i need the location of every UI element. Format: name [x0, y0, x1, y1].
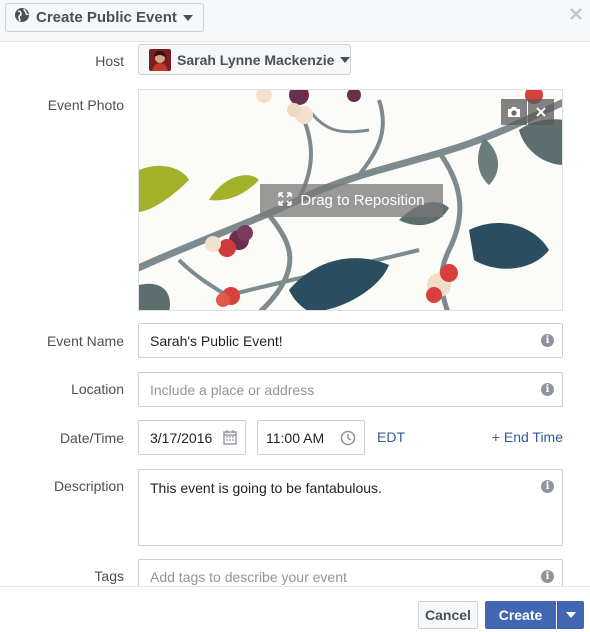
- info-icon[interactable]: i: [541, 570, 554, 583]
- info-icon[interactable]: i: [541, 334, 554, 347]
- date-value: 3/17/2016: [150, 429, 213, 446]
- avatar: [149, 48, 171, 71]
- info-icon[interactable]: i: [541, 383, 554, 396]
- drag-to-reposition[interactable]: Drag to Reposition: [260, 184, 443, 217]
- tags-label: Tags: [94, 568, 124, 584]
- remove-photo-icon[interactable]: [528, 99, 554, 125]
- event-name-label: Event Name: [46, 333, 124, 349]
- clock-icon[interactable]: [340, 430, 356, 449]
- calendar-icon[interactable]: [223, 430, 237, 448]
- location-label: Location: [71, 381, 124, 397]
- location-placeholder: Include a place or address: [150, 381, 315, 398]
- chevron-down-icon: [340, 51, 351, 69]
- host-label: Host: [95, 53, 124, 69]
- globe-icon: [14, 7, 30, 28]
- time-value: 11:00 AM: [266, 429, 325, 446]
- dialog-footer: Cancel Create: [0, 586, 590, 632]
- event-type-label: Create Public Event: [36, 9, 177, 26]
- create-button[interactable]: Create: [485, 601, 556, 629]
- tags-placeholder: Add tags to describe your event: [150, 568, 347, 585]
- info-icon[interactable]: i: [541, 480, 554, 493]
- event-name-value: Sarah's Public Event!: [150, 332, 283, 349]
- time-input[interactable]: 11:00 AM: [257, 420, 365, 455]
- host-selector[interactable]: Sarah Lynne Mackenzie: [138, 44, 351, 75]
- description-textarea[interactable]: This event is going to be fantabulous. i: [138, 469, 563, 546]
- event-name-input[interactable]: Sarah's Public Event! i: [138, 323, 563, 358]
- move-icon: [278, 191, 293, 210]
- dialog-header: Create Public Event: [0, 0, 590, 42]
- description-value: This event is going to be fantabulous.: [150, 480, 382, 496]
- event-type-selector[interactable]: Create Public Event: [5, 3, 204, 32]
- date-time-label: Date/Time: [59, 430, 124, 446]
- drag-hint-text: Drag to Reposition: [300, 192, 425, 209]
- add-end-time-link[interactable]: + End Time: [492, 429, 563, 445]
- cancel-button[interactable]: Cancel: [418, 601, 478, 629]
- close-icon[interactable]: [568, 6, 584, 22]
- camera-icon[interactable]: [501, 99, 527, 125]
- host-name: Sarah Lynne Mackenzie: [177, 51, 335, 68]
- location-input[interactable]: Include a place or address i: [138, 372, 563, 407]
- chevron-down-icon: [182, 9, 193, 27]
- chevron-down-icon: [565, 606, 576, 624]
- event-photo[interactable]: Drag to Reposition: [138, 89, 563, 311]
- date-input[interactable]: 3/17/2016: [138, 420, 246, 455]
- description-label: Description: [53, 478, 124, 494]
- timezone-link[interactable]: EDT: [377, 429, 405, 445]
- create-options-button[interactable]: [557, 601, 584, 629]
- event-photo-label: Event Photo: [47, 97, 124, 113]
